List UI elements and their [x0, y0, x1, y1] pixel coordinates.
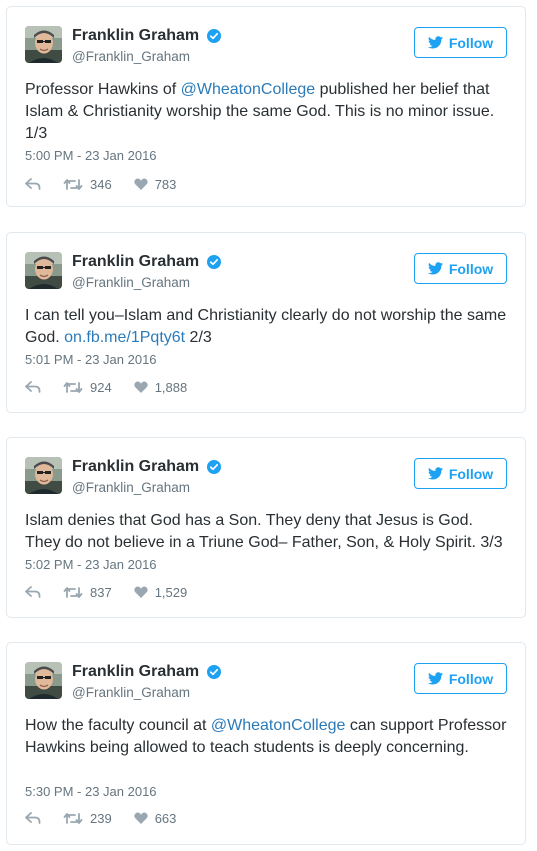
reply-button[interactable] — [25, 586, 41, 598]
tweet-text: How the faculty council at @WheatonColle… — [25, 715, 510, 759]
tweet-text-part: 2/3 — [185, 329, 212, 346]
url-link[interactable]: on.fb.me/1Pqty6t — [64, 329, 185, 346]
avatar[interactable] — [25, 26, 62, 63]
timestamp-link[interactable]: 5:02 PM - 23 Jan 2016 — [25, 557, 157, 572]
twitter-bird-icon — [428, 467, 443, 480]
like-button[interactable]: 1,529 — [134, 584, 188, 600]
follow-button[interactable]: Follow — [414, 27, 507, 58]
follow-label: Follow — [448, 465, 494, 482]
heart-icon — [134, 178, 148, 190]
retweet-button[interactable]: 346 — [63, 177, 112, 192]
retweet-button[interactable]: 837 — [63, 585, 112, 600]
verified-badge-icon — [207, 460, 221, 474]
retweet-count: 837 — [90, 584, 112, 600]
timestamp-link[interactable]: 5:30 PM - 23 Jan 2016 — [25, 784, 157, 799]
heart-icon — [134, 812, 148, 824]
tweet-text: Professor Hawkins of @WheatonCollege pub… — [25, 79, 510, 145]
like-count: 783 — [154, 176, 177, 192]
tweet-actions: 346 783 — [25, 175, 198, 193]
verified-badge-icon — [207, 29, 221, 43]
avatar[interactable] — [25, 457, 62, 494]
verified-badge-icon — [207, 665, 221, 679]
author-name[interactable]: Franklin Graham — [72, 253, 199, 271]
reply-icon — [25, 812, 41, 824]
reply-icon — [25, 586, 41, 598]
retweet-count: 346 — [90, 176, 112, 192]
follow-button[interactable]: Follow — [414, 663, 507, 694]
follow-label: Follow — [448, 260, 494, 277]
author-name[interactable]: Franklin Graham — [72, 27, 199, 45]
tweet-card: Franklin Graham @Franklin_Graham Follow … — [6, 642, 526, 845]
tweet-actions: 239 663 — [25, 809, 198, 827]
avatar[interactable] — [25, 252, 62, 289]
like-button[interactable]: 1,888 — [134, 379, 188, 395]
mention-link[interactable]: @WheatonCollege — [181, 81, 316, 98]
twitter-bird-icon — [428, 262, 443, 275]
author-handle[interactable]: @Franklin_Graham — [72, 685, 190, 700]
author-handle[interactable]: @Franklin_Graham — [72, 49, 190, 64]
retweet-count: 924 — [90, 379, 112, 395]
retweet-icon — [63, 178, 83, 191]
retweet-icon — [63, 381, 83, 394]
tweet-text-part: How the faculty council at — [25, 717, 211, 734]
follow-label: Follow — [448, 670, 494, 687]
tweet-card: Franklin Graham @Franklin_Graham Follow … — [6, 232, 526, 413]
tweet-actions: 837 1,529 — [25, 583, 209, 601]
mention-link[interactable]: @WheatonCollege — [211, 717, 346, 734]
like-button[interactable]: 783 — [134, 176, 177, 192]
timestamp-link[interactable]: 5:01 PM - 23 Jan 2016 — [25, 352, 157, 367]
retweet-button[interactable]: 239 — [63, 811, 112, 826]
tweet-text: I can tell you–Islam and Christianity cl… — [25, 305, 510, 349]
retweet-icon — [63, 586, 83, 599]
tweet-card: Franklin Graham @Franklin_Graham Follow … — [6, 6, 526, 207]
like-count: 1,529 — [154, 584, 188, 600]
like-button[interactable]: 663 — [134, 810, 177, 826]
twitter-bird-icon — [428, 36, 443, 49]
tweet-text: Islam denies that God has a Son. They de… — [25, 512, 503, 551]
author-handle[interactable]: @Franklin_Graham — [72, 480, 190, 495]
reply-icon — [25, 381, 41, 393]
follow-label: Follow — [448, 34, 494, 51]
twitter-bird-icon — [428, 672, 443, 685]
like-count: 1,888 — [154, 379, 188, 395]
author-name[interactable]: Franklin Graham — [72, 458, 199, 476]
follow-button[interactable]: Follow — [414, 253, 507, 284]
like-count: 663 — [154, 810, 177, 826]
reply-button[interactable] — [25, 381, 41, 393]
reply-icon — [25, 178, 41, 190]
retweet-button[interactable]: 924 — [63, 380, 112, 395]
tweet-actions: 924 1,888 — [25, 378, 209, 396]
tweet-text-part: Professor Hawkins of — [25, 81, 181, 98]
author-handle[interactable]: @Franklin_Graham — [72, 275, 190, 290]
avatar[interactable] — [25, 662, 62, 699]
timestamp-link[interactable]: 5:00 PM - 23 Jan 2016 — [25, 148, 157, 163]
author-name[interactable]: Franklin Graham — [72, 663, 199, 681]
tweet-card: Franklin Graham @Franklin_Graham Follow … — [6, 437, 526, 618]
heart-icon — [134, 381, 148, 393]
verified-badge-icon — [207, 255, 221, 269]
reply-button[interactable] — [25, 178, 41, 190]
reply-button[interactable] — [25, 812, 41, 824]
retweet-icon — [63, 812, 83, 825]
heart-icon — [134, 586, 148, 598]
follow-button[interactable]: Follow — [414, 458, 507, 489]
retweet-count: 239 — [90, 810, 112, 826]
